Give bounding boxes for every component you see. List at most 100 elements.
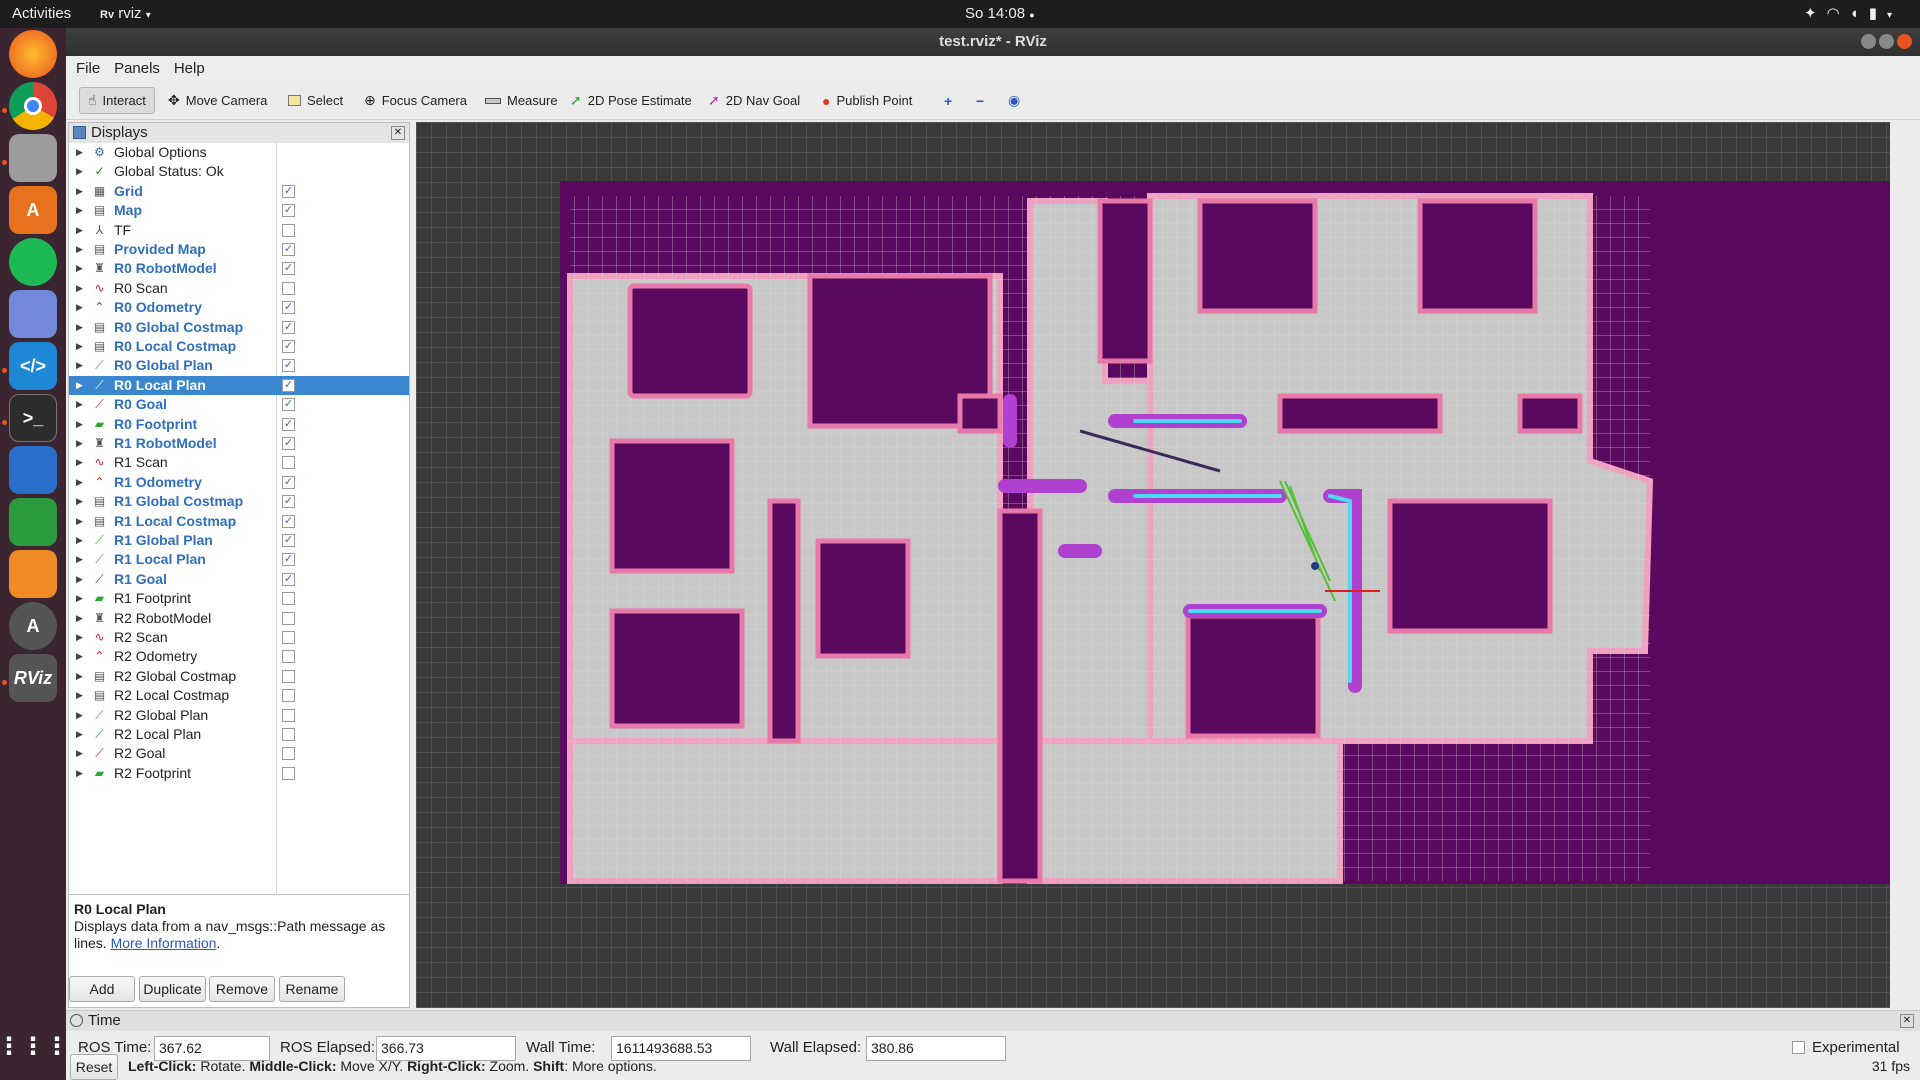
expand-arrow-icon[interactable]: ▶ (76, 376, 83, 395)
pose-estimate-tool[interactable]: ➚ 2D Pose Estimate (562, 87, 700, 114)
menu-help[interactable]: Help (174, 60, 205, 77)
display-item[interactable]: ▶ ▤ Map ✓ (69, 201, 409, 220)
system-tray[interactable]: ✦◠◖▮▾ (1804, 4, 1902, 22)
expand-arrow-icon[interactable]: ▶ (76, 550, 83, 569)
discord-icon[interactable] (9, 290, 57, 338)
display-item[interactable]: ▶ ⅄ TF (69, 221, 409, 240)
activities-button[interactable]: Activities (12, 5, 71, 22)
display-item[interactable]: ▶ ✓ Global Status: Ok (69, 162, 409, 181)
expand-arrow-icon[interactable]: ▶ (76, 182, 83, 201)
close-icon[interactable]: ✕ (391, 126, 405, 140)
display-item[interactable]: ▶ ▰ R0 Footprint ✓ (69, 415, 409, 434)
display-enable-checkbox[interactable]: ✓ (282, 184, 295, 198)
display-enable-checkbox[interactable] (282, 611, 295, 625)
close-button[interactable] (1897, 34, 1912, 49)
display-item[interactable]: ▶ ▤ R1 Local Costmap ✓ (69, 512, 409, 531)
expand-arrow-icon[interactable]: ▶ (76, 279, 83, 298)
3d-view[interactable]: ◀ (416, 122, 1890, 1008)
display-item[interactable]: ▶ ▤ R2 Global Costmap (69, 667, 409, 686)
expand-arrow-icon[interactable]: ▶ (76, 512, 83, 531)
nav-goal-tool[interactable]: ➚ 2D Nav Goal (700, 87, 808, 114)
display-enable-checkbox[interactable] (282, 747, 295, 761)
display-enable-checkbox[interactable] (282, 223, 295, 237)
display-item[interactable]: ▶ ▤ Provided Map ✓ (69, 240, 409, 259)
display-item[interactable]: ▶ ▤ R0 Local Costmap ✓ (69, 337, 409, 356)
expand-arrow-icon[interactable]: ▶ (76, 473, 83, 492)
reset-button[interactable]: Reset (70, 1054, 118, 1080)
display-item[interactable]: ▶ ♜ R0 RobotModel ✓ (69, 259, 409, 278)
expand-arrow-icon[interactable]: ▶ (76, 415, 83, 434)
expand-arrow-icon[interactable]: ▶ (76, 143, 83, 162)
display-item[interactable]: ▶ ⌃ R2 Odometry (69, 647, 409, 666)
display-enable-checkbox[interactable]: ✓ (282, 534, 295, 547)
expand-arrow-icon[interactable]: ▶ (76, 259, 83, 278)
spotify-icon[interactable] (9, 238, 57, 286)
writer-icon[interactable] (9, 446, 57, 494)
focus-camera-tool[interactable]: ⊕ Focus Camera (356, 87, 475, 114)
display-enable-checkbox[interactable] (282, 631, 295, 644)
display-item[interactable]: ▶ ▤ R1 Global Costmap ✓ (69, 492, 409, 511)
display-enable-checkbox[interactable]: ✓ (282, 417, 295, 431)
expand-arrow-icon[interactable]: ▶ (76, 628, 83, 647)
display-enable-checkbox[interactable] (282, 669, 295, 683)
display-enable-checkbox[interactable]: ✓ (282, 572, 295, 586)
display-item[interactable]: ▶ ⟋ R1 Local Plan ✓ (69, 550, 409, 569)
display-item[interactable]: ▶ ∿ R2 Scan (69, 628, 409, 647)
display-enable-checkbox[interactable] (282, 592, 295, 606)
expand-arrow-icon[interactable]: ▶ (76, 318, 83, 337)
expand-arrow-icon[interactable]: ▶ (76, 453, 83, 472)
maximize-button[interactable] (1879, 34, 1894, 49)
display-item[interactable]: ▶ ♜ R1 RobotModel ✓ (69, 434, 409, 453)
display-item[interactable]: ▶ ⟋ R2 Goal (69, 744, 409, 763)
display-enable-checkbox[interactable]: ✓ (282, 359, 295, 373)
show-apps-icon[interactable]: ⋮⋮⋮ (0, 1022, 69, 1070)
display-enable-checkbox[interactable]: ✓ (282, 514, 295, 528)
minimize-button[interactable] (1861, 34, 1876, 49)
display-item[interactable]: ▶ ▤ R0 Global Costmap ✓ (69, 318, 409, 337)
display-enable-checkbox[interactable] (282, 689, 295, 703)
sublime-icon[interactable] (9, 550, 57, 598)
expand-arrow-icon[interactable]: ▶ (76, 395, 83, 414)
expand-arrow-icon[interactable]: ▶ (76, 667, 83, 686)
vscode-icon[interactable]: </> (9, 342, 57, 390)
display-enable-checkbox[interactable]: ✓ (282, 204, 295, 218)
firefox-icon[interactable] (9, 30, 57, 78)
expand-arrow-icon[interactable]: ▶ (76, 744, 83, 763)
expand-arrow-icon[interactable]: ▶ (76, 764, 83, 783)
display-enable-checkbox[interactable] (282, 708, 295, 722)
terminal-icon[interactable]: >_ (9, 394, 57, 442)
display-item[interactable]: ▶ ⟋ R2 Local Plan (69, 725, 409, 744)
display-item[interactable]: ▶ ⟋ R0 Local Plan ✓ (69, 375, 409, 395)
expand-arrow-icon[interactable]: ▶ (76, 725, 83, 744)
software-center-icon[interactable]: A (9, 186, 57, 234)
display-item[interactable]: ▶ ⚙ Global Options (69, 143, 409, 162)
expand-arrow-icon[interactable]: ▶ (76, 434, 83, 453)
display-item[interactable]: ▶ ▦ Grid ✓ (69, 182, 409, 201)
rename-button[interactable]: Rename (279, 976, 345, 1002)
display-enable-checkbox[interactable]: ✓ (282, 340, 295, 353)
expand-arrow-icon[interactable]: ▶ (76, 647, 83, 666)
expand-arrow-icon[interactable]: ▶ (76, 201, 83, 220)
display-enable-checkbox[interactable] (282, 650, 295, 664)
display-item[interactable]: ▶ ⟋ R0 Global Plan ✓ (69, 356, 409, 375)
expand-arrow-icon[interactable]: ▶ (76, 686, 83, 705)
display-item[interactable]: ▶ ∿ R0 Scan (69, 279, 409, 298)
display-enable-checkbox[interactable]: ✓ (282, 262, 295, 276)
remove-button[interactable]: Remove (209, 976, 275, 1002)
display-enable-checkbox[interactable]: ✓ (282, 378, 295, 392)
files-icon[interactable] (9, 134, 57, 182)
display-item[interactable]: ▶ ⟋ R2 Global Plan (69, 706, 409, 725)
expand-arrow-icon[interactable]: ▶ (76, 589, 83, 608)
display-enable-checkbox[interactable] (282, 281, 295, 295)
display-enable-checkbox[interactable] (282, 766, 295, 780)
interact-tool[interactable]: ☝ Interact (79, 87, 155, 114)
expand-arrow-icon[interactable]: ▶ (76, 298, 83, 317)
display-enable-checkbox[interactable]: ✓ (282, 320, 295, 334)
expand-arrow-icon[interactable]: ▶ (76, 162, 83, 181)
display-enable-checkbox[interactable]: ✓ (282, 475, 295, 489)
add-tool-button[interactable]: + (936, 87, 960, 114)
more-information-link[interactable]: More Information (111, 935, 217, 951)
expand-arrow-icon[interactable]: ▶ (76, 706, 83, 725)
expand-arrow-icon[interactable]: ▶ (76, 531, 83, 550)
display-item[interactable]: ▶ ♜ R2 RobotModel (69, 609, 409, 628)
